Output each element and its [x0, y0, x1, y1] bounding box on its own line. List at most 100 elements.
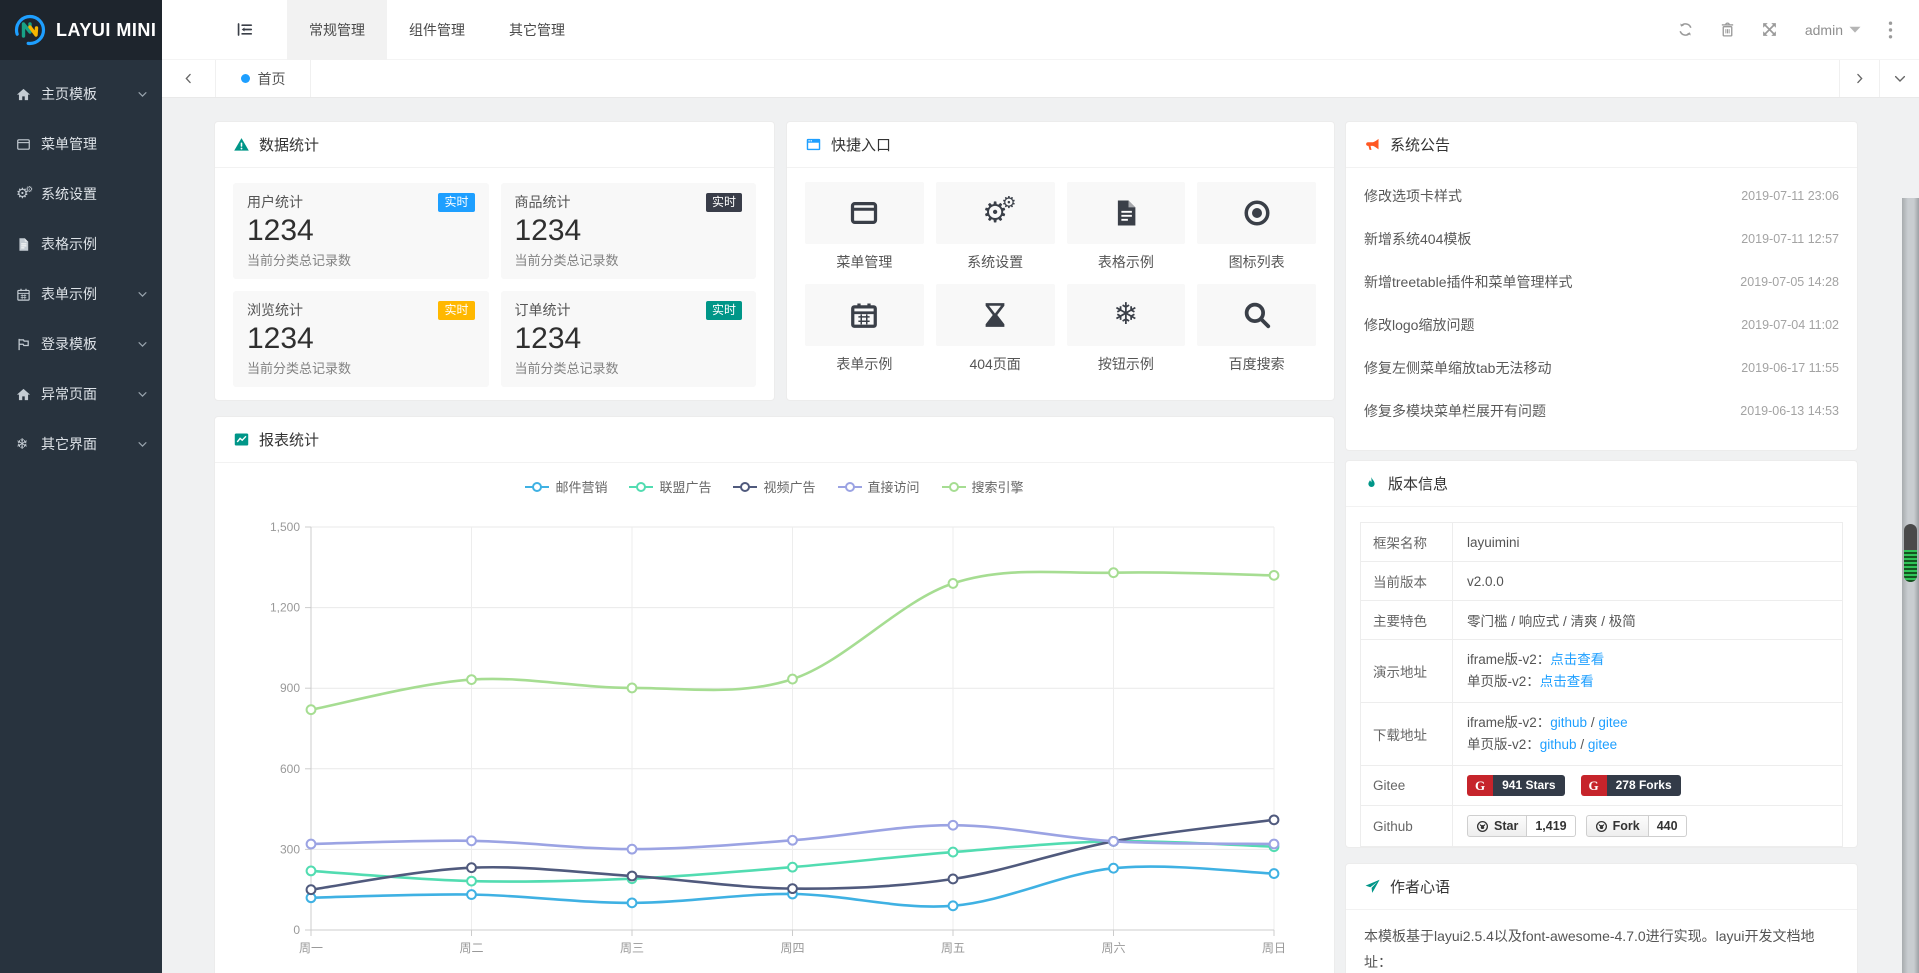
- sidebar-item-5[interactable]: 表单示例: [0, 269, 162, 319]
- gears-icon: ⚙⚙: [982, 199, 1008, 228]
- svg-text:0: 0: [293, 923, 300, 937]
- notice-item[interactable]: 修复多模块菜单栏展开有问题2019-06-13 14:53: [1364, 389, 1839, 432]
- quick-entry-label: 表单示例: [805, 354, 924, 374]
- tabs-dropdown-button[interactable]: [1879, 60, 1919, 97]
- notice-item[interactable]: 新增系统404模板2019-07-11 12:57: [1364, 217, 1839, 260]
- header-actions: admin: [1665, 0, 1919, 60]
- quick-entry-404页面[interactable]: 404页面: [936, 284, 1055, 374]
- quick-entry-图标列表[interactable]: 图标列表: [1197, 182, 1316, 272]
- more-menu-icon[interactable]: [1875, 0, 1905, 60]
- top-nav: 常规管理组件管理其它管理: [287, 0, 587, 60]
- realtime-badge: 实时: [438, 193, 474, 212]
- fullscreen-icon[interactable]: [1749, 0, 1791, 60]
- svg-text:300: 300: [280, 842, 300, 856]
- file-icon: [1111, 198, 1141, 228]
- svg-text:周三: 周三: [620, 941, 644, 955]
- version-label: 演示地址: [1361, 640, 1453, 703]
- version-label: 下载地址: [1361, 703, 1453, 766]
- sidebar-item-8[interactable]: ❄其它界面: [0, 419, 162, 469]
- sidebar-menu: 主页模板菜单管理⚙⚙系统设置表格示例表单示例登录模板异常页面❄其它界面: [0, 60, 162, 469]
- gitee-badge[interactable]: G278 Forks: [1581, 775, 1681, 796]
- top-nav-tab-3[interactable]: 其它管理: [487, 0, 587, 60]
- tabs-scroll-left-button[interactable]: [162, 60, 216, 97]
- tab-home-label: 首页: [258, 69, 286, 89]
- window-icon: [16, 137, 38, 152]
- quick-entry-label: 菜单管理: [805, 252, 924, 272]
- caret-down-icon: [1849, 26, 1861, 34]
- version-label: 当前版本: [1361, 562, 1453, 601]
- flag-icon: [16, 337, 38, 352]
- collapse-sidebar-button[interactable]: [214, 0, 274, 60]
- quick-entry-按钮示例[interactable]: ❄按钮示例: [1067, 284, 1186, 374]
- card-version-info: 版本信息 框架名称layuimini当前版本v2.0.0主要特色零门槛 / 响应…: [1345, 460, 1858, 848]
- github-count[interactable]: 440: [1649, 815, 1687, 837]
- sidebar-item-7[interactable]: 异常页面: [0, 369, 162, 419]
- quick-entry-label: 百度搜索: [1197, 354, 1316, 374]
- quick-entry-百度搜索[interactable]: 百度搜索: [1197, 284, 1316, 374]
- sidebar-item-4[interactable]: 表格示例: [0, 219, 162, 269]
- card-report-statistics: 报表统计 邮件营销联盟广告视频广告直接访问搜索引擎 03006009001,20…: [214, 416, 1335, 973]
- version-row: 演示地址iframe版-v2：点击查看单页版-v2：点击查看: [1361, 640, 1843, 703]
- logo[interactable]: LAYUI MINI: [0, 0, 162, 60]
- link[interactable]: github: [1540, 737, 1577, 752]
- notice-item[interactable]: 修复左侧菜单缩放tab无法移动2019-06-17 11:55: [1364, 346, 1839, 389]
- sidebar: LAYUI MINI 主页模板菜单管理⚙⚙系统设置表格示例表单示例登录模板异常页…: [0, 0, 162, 973]
- stat-label: 用户统计: [247, 192, 303, 212]
- gitee-badge[interactable]: G941 Stars: [1467, 775, 1565, 796]
- home-icon: [16, 87, 38, 102]
- realtime-badge: 实时: [706, 301, 742, 320]
- version-value: layuimini: [1467, 535, 1520, 550]
- quick-entry-系统设置[interactable]: ⚙⚙系统设置: [936, 182, 1055, 272]
- page-tabs-bar: 首页: [162, 60, 1919, 98]
- stat-desc: 当前分类总记录数: [247, 358, 475, 377]
- notice-item[interactable]: 修改logo缩放问题2019-07-04 11:02: [1364, 303, 1839, 346]
- github-count[interactable]: 1,419: [1527, 815, 1575, 837]
- tabbar-spacer: [311, 60, 1839, 97]
- stat-box: 用户统计实时1234当前分类总记录数: [233, 183, 489, 279]
- top-nav-tab-2[interactable]: 组件管理: [387, 0, 487, 60]
- quick-entry-表格示例[interactable]: 表格示例: [1067, 182, 1186, 272]
- tabs-scroll-right-button[interactable]: [1839, 60, 1879, 97]
- sidebar-item-3[interactable]: ⚙⚙系统设置: [0, 169, 162, 219]
- github-fork-button[interactable]: Fork: [1586, 815, 1649, 837]
- link[interactable]: gitee: [1588, 737, 1617, 752]
- notice-date: 2019-07-11 12:57: [1741, 232, 1839, 246]
- sidebar-item-1[interactable]: 主页模板: [0, 69, 162, 119]
- tab-home[interactable]: 首页: [216, 60, 311, 97]
- card-title: 作者心语: [1390, 876, 1450, 897]
- user-menu[interactable]: admin: [1791, 0, 1875, 60]
- quick-entry-表单示例[interactable]: 表单示例: [805, 284, 924, 374]
- sidebar-item-label: 表单示例: [41, 284, 97, 304]
- github-star-button[interactable]: Star: [1467, 815, 1527, 837]
- stat-value: 1234: [515, 320, 743, 358]
- sidebar-item-label: 表格示例: [41, 234, 97, 254]
- sidebar-item-2[interactable]: 菜单管理: [0, 119, 162, 169]
- notice-item[interactable]: 修改选项卡样式2019-07-11 23:06: [1364, 174, 1839, 217]
- notice-date: 2019-07-05 14:28: [1740, 275, 1839, 289]
- top-nav-tab-1[interactable]: 常规管理: [287, 0, 387, 60]
- link[interactable]: 点击查看: [1540, 674, 1594, 689]
- svg-text:600: 600: [280, 762, 300, 776]
- stat-desc: 当前分类总记录数: [515, 358, 743, 377]
- refresh-icon[interactable]: [1665, 0, 1707, 60]
- stat-box: 商品统计实时1234当前分类总记录数: [501, 183, 757, 279]
- github-badge: Star1,419: [1467, 815, 1576, 837]
- link[interactable]: gitee: [1598, 715, 1627, 730]
- page-scrollbar-track[interactable]: [1902, 198, 1919, 973]
- page-scrollbar-thumb[interactable]: [1904, 524, 1917, 582]
- trash-icon[interactable]: [1707, 0, 1749, 60]
- quick-entry-菜单管理[interactable]: 菜单管理: [805, 182, 924, 272]
- link[interactable]: github: [1550, 715, 1587, 730]
- search-icon: [1242, 300, 1272, 330]
- sidebar-item-6[interactable]: 登录模板: [0, 319, 162, 369]
- card-title: 系统公告: [1390, 134, 1450, 155]
- app-title: LAYUI MINI: [56, 20, 156, 41]
- card-quick-entry: 快捷入口 菜单管理⚙⚙系统设置表格示例图标列表表单示例404页面❄按钮示例百度搜…: [786, 121, 1335, 401]
- version-value: v2.0.0: [1467, 574, 1504, 589]
- quick-entry-label: 按钮示例: [1067, 354, 1186, 374]
- link[interactable]: 点击查看: [1550, 652, 1604, 667]
- stat-label: 浏览统计: [247, 300, 303, 320]
- stat-value: 1234: [515, 212, 743, 250]
- main-content: 数据统计 用户统计实时1234当前分类总记录数商品统计实时1234当前分类总记录…: [162, 99, 1919, 973]
- notice-item[interactable]: 新增treetable插件和菜单管理样式2019-07-05 14:28: [1364, 260, 1839, 303]
